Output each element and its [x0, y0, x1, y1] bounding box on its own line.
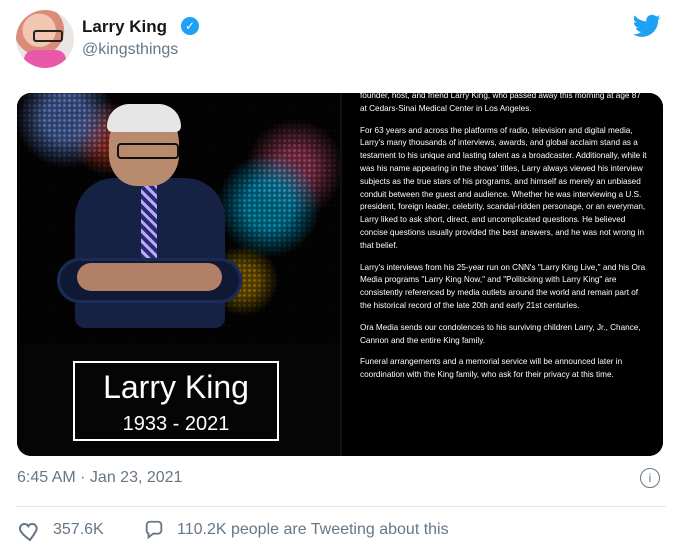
- tweet-header: Larry King ✓ @kingsthings: [16, 10, 666, 70]
- statement-paragraph: Larry's interviews from his 25-year run …: [360, 262, 646, 310]
- info-icon[interactable]: i: [640, 468, 660, 488]
- statement-panel: founder, host, and friend Larry King, wh…: [342, 93, 663, 456]
- tweet-timestamp[interactable]: 6:45 AM · Jan 23, 2021: [17, 469, 182, 487]
- shirt-decoration: [24, 50, 66, 68]
- statement-text: founder, host, and friend Larry King, wh…: [360, 93, 647, 391]
- likes-count[interactable]: 357.6K: [53, 521, 104, 539]
- statement-paragraph: founder, host, and friend Larry King, wh…: [360, 93, 641, 113]
- verified-badge-icon: ✓: [181, 17, 199, 35]
- glasses-decoration: [33, 30, 63, 42]
- author-handle[interactable]: @kingsthings: [82, 41, 178, 59]
- portrait-illustration: [57, 104, 242, 338]
- portrait-hands: [77, 263, 222, 291]
- memorial-photo-panel: Larry King 1933 - 2021: [17, 93, 340, 456]
- separator: [16, 506, 666, 507]
- caption-title: Larry King: [103, 369, 249, 405]
- tweet-actions: 357.6K 110.2K people are Tweeting about …: [18, 519, 668, 543]
- tweet-media[interactable]: Larry King 1933 - 2021 founder, host, an…: [17, 93, 663, 456]
- twitter-bird-icon: [633, 14, 662, 37]
- portrait-glasses: [117, 143, 179, 159]
- statement-paragraph: Ora Media sends our condolences to his s…: [360, 322, 641, 345]
- statement-paragraph: For 63 years and across the platforms of…: [360, 125, 647, 250]
- memorial-caption: Larry King 1933 - 2021: [73, 361, 279, 441]
- avatar[interactable]: [16, 10, 74, 68]
- statement-paragraph: Funeral arrangements and a memorial serv…: [360, 357, 623, 380]
- author-name[interactable]: Larry King: [82, 17, 167, 37]
- caption-years: 1933 - 2021: [122, 413, 230, 435]
- chat-bubble-icon[interactable]: [143, 519, 165, 541]
- heart-icon[interactable]: [18, 519, 42, 543]
- tweeting-count[interactable]: 110.2K people are Tweeting about this: [177, 521, 449, 539]
- portrait-hair: [107, 104, 181, 132]
